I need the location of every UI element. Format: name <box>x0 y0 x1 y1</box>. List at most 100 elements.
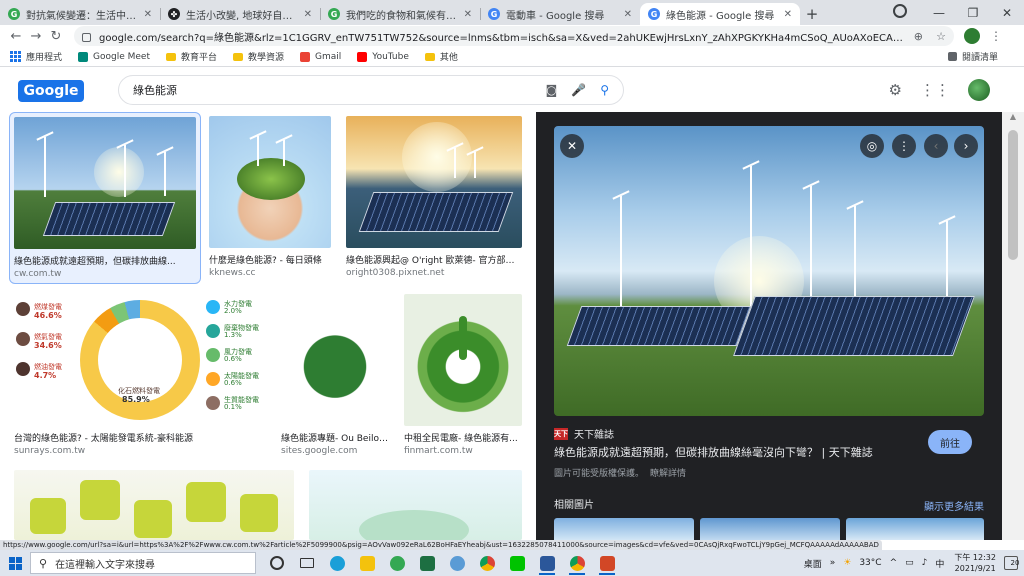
bookmark-youtube[interactable]: YouTube <box>357 51 409 62</box>
tray-expand-icon[interactable]: ^ <box>890 558 898 568</box>
back-icon[interactable]: ← <box>6 29 26 44</box>
related-image[interactable] <box>554 518 694 540</box>
image-result[interactable] <box>309 470 522 540</box>
account-avatar[interactable] <box>968 79 990 101</box>
lens-search-icon[interactable]: ◎ <box>860 134 884 158</box>
oil-icon <box>16 362 30 376</box>
google-logo[interactable]: Google <box>18 80 84 102</box>
preview-image[interactable]: ✕ ◎ ⋮ ‹ › <box>554 126 984 416</box>
browser-tab[interactable]: G 對抗氣候變遷：生活中可以做到的... ✕ <box>0 3 160 25</box>
next-image-icon[interactable]: › <box>954 134 978 158</box>
camera-icon[interactable]: ◙ <box>546 83 558 97</box>
details-link[interactable]: 瞭解詳情 <box>650 469 686 479</box>
close-icon[interactable]: ✕ <box>304 9 312 20</box>
browser-tab[interactable]: ✤ 生活小改變, 地球好自在: 低碳生活... ✕ <box>160 3 320 25</box>
temperature[interactable]: 33°C <box>859 558 881 568</box>
word-icon[interactable] <box>532 550 562 576</box>
menu-icon[interactable]: ⋮ <box>990 29 1002 43</box>
image-result[interactable]: 燃煤發電 46.6% 燃氣發電 34.6% 燃油發電 4.7% 化石燃料發電 8… <box>14 294 266 464</box>
line-icon[interactable] <box>502 550 532 576</box>
result-thumbnail[interactable] <box>404 294 522 426</box>
result-thumbnail[interactable] <box>209 116 331 248</box>
preview-title[interactable]: 綠色能源成就遠超預期，但碳排放曲線絲毫沒向下彎？ | 天下雜誌 <box>554 444 934 460</box>
excel-icon[interactable] <box>412 550 442 576</box>
time: 下午 12:32 <box>954 553 996 562</box>
globe-icon[interactable] <box>442 550 472 576</box>
browser-tab-active[interactable]: G 綠色能源 - Google 搜尋 ✕ <box>640 3 800 25</box>
close-icon[interactable]: ✕ <box>560 134 584 158</box>
visit-button[interactable]: 前往 <box>928 430 972 454</box>
bookmark-folder[interactable]: 教育平台 <box>165 50 217 63</box>
browser-tab[interactable]: G 電動車 - Google 搜尋 ✕ <box>480 3 640 25</box>
google-apps-icon[interactable]: ⋮⋮ <box>920 81 950 99</box>
result-thumbnail[interactable] <box>346 116 522 248</box>
new-tab-button[interactable]: + <box>800 3 824 25</box>
minimize-icon[interactable]: — <box>922 6 956 20</box>
file-explorer-icon[interactable] <box>352 550 382 576</box>
bookmark-folder[interactable]: 其他 <box>424 50 458 63</box>
image-result[interactable]: 綠色能源興起@ O'right 歐萊德- 官方部落... oright0308.… <box>346 116 522 286</box>
image-result[interactable]: 綠色能源專題- Ou Beilong sites.google.com <box>281 294 389 464</box>
show-more-tray-icon[interactable]: » <box>830 558 836 568</box>
network-icon[interactable]: ▭ <box>905 558 914 568</box>
page-scrollbar[interactable]: ▲ <box>1002 112 1024 540</box>
scrollbar-thumb[interactable] <box>1008 130 1018 260</box>
previous-image-icon[interactable]: ‹ <box>924 134 948 158</box>
image-result[interactable]: 中租全民電廠- 綠色能源有... finmart.com.tw <box>404 294 522 464</box>
related-image[interactable] <box>846 518 984 540</box>
volume-icon[interactable]: ♪ <box>922 558 928 568</box>
profile-avatar[interactable] <box>964 28 980 44</box>
settings-gear-icon[interactable]: ⚙ <box>889 81 902 99</box>
reading-list[interactable]: 閱讀清單 <box>947 50 998 63</box>
browser-tab[interactable]: G 我們吃的食物和氣候有關？食物... ✕ <box>320 3 480 25</box>
search-icon[interactable]: ⚲ <box>600 83 609 97</box>
close-icon[interactable]: ✕ <box>624 9 632 20</box>
green-app-icon[interactable] <box>382 550 412 576</box>
forward-icon[interactable]: → <box>26 29 46 44</box>
result-thumbnail[interactable] <box>14 117 196 249</box>
restore-icon[interactable]: ❐ <box>956 6 990 20</box>
chrome-profile-icon[interactable] <box>562 550 592 576</box>
result-thumbnail[interactable] <box>14 470 294 540</box>
cortana-icon[interactable] <box>262 550 292 576</box>
clock[interactable]: 下午 12:32 2021/9/21 <box>954 552 996 574</box>
chrome-icon[interactable] <box>472 550 502 576</box>
bookmark-star-icon[interactable]: ☆ <box>936 30 946 43</box>
bookmark-gmail[interactable]: Gmail <box>300 51 341 62</box>
gmail-icon <box>300 51 311 62</box>
close-icon[interactable]: ✕ <box>464 9 472 20</box>
reload-icon[interactable]: ↻ <box>46 29 66 44</box>
zoom-icon[interactable]: ⊕ <box>914 30 923 43</box>
result-thumbnail[interactable] <box>309 470 522 540</box>
close-window-icon[interactable]: ✕ <box>990 6 1024 20</box>
close-icon[interactable]: ✕ <box>784 9 792 20</box>
show-more-link[interactable]: 顯示更多結果 <box>924 498 984 513</box>
desktop-label[interactable]: 桌面 <box>804 557 822 570</box>
bookmark-folder[interactable]: 教學資源 <box>233 50 284 63</box>
profile-menu-icon[interactable] <box>888 4 922 21</box>
result-thumbnail[interactable] <box>281 294 389 426</box>
windows-start-icon[interactable] <box>0 550 30 576</box>
result-thumbnail-infographic[interactable]: 燃煤發電 46.6% 燃氣發電 34.6% 燃油發電 4.7% 化石燃料發電 8… <box>14 294 266 426</box>
info-value: 34.6% <box>34 341 62 350</box>
preview-source[interactable]: 天下 天下雜誌 <box>554 426 614 441</box>
edge-icon[interactable] <box>322 550 352 576</box>
ime-indicator[interactable]: 中 <box>935 557 944 570</box>
image-result[interactable]: 什麼是綠色能源? - 每日頭條 kknews.cc <box>209 116 331 286</box>
image-result[interactable]: 綠色能源成就遠超預期，但碳排放曲線... cw.com.tw <box>9 112 201 284</box>
wind-icon <box>206 348 220 362</box>
address-bar[interactable]: google.com/search?q=綠色能源&rlz=1C1GGRV_enT… <box>74 26 954 46</box>
task-view-icon[interactable] <box>292 550 322 576</box>
scroll-up-arrow-icon[interactable]: ▲ <box>1002 112 1024 126</box>
bookmark-apps[interactable]: 應用程式 <box>10 50 62 63</box>
close-icon[interactable]: ✕ <box>144 9 152 20</box>
powerpoint-icon[interactable] <box>592 550 622 576</box>
bookmark-google-meet[interactable]: Google Meet <box>78 51 150 62</box>
related-image[interactable] <box>700 518 840 540</box>
taskbar-search[interactable]: ⚲ 在這裡輸入文字來搜尋 <box>30 552 256 574</box>
search-input[interactable] <box>133 83 532 97</box>
notification-center-icon[interactable]: 20 <box>1004 556 1019 570</box>
image-result[interactable] <box>14 470 294 540</box>
more-options-icon[interactable]: ⋮ <box>892 134 916 158</box>
microphone-icon[interactable]: 🎤 <box>571 83 586 97</box>
